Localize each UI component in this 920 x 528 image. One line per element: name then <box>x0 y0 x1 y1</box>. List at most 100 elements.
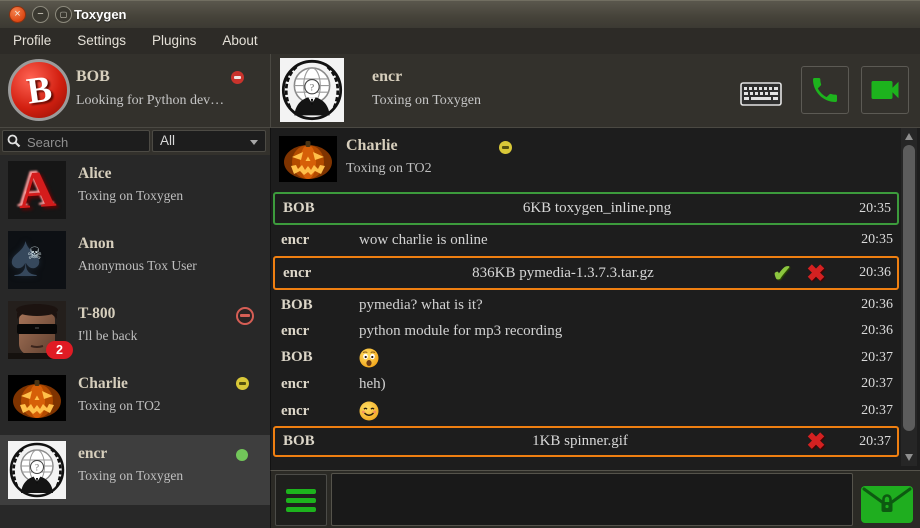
window-title: Toxygen <box>74 7 127 22</box>
hamburger-icon <box>286 489 316 494</box>
pumpkin-icon <box>279 135 337 183</box>
menu-about[interactable]: About <box>209 28 270 54</box>
message-sender: BOB <box>275 200 361 217</box>
contact-status-message: Toxing on TO2 <box>78 398 161 414</box>
phone-icon <box>809 74 841 106</box>
away-status-icon <box>236 377 249 390</box>
contact-status-message: I'll be back <box>78 328 137 344</box>
scroll-down-icon[interactable] <box>905 454 913 461</box>
search-input[interactable] <box>25 132 149 152</box>
anonymous-emblem-icon: ? <box>8 441 66 499</box>
contact-name: Alice <box>78 165 112 183</box>
message-row: encr python module for mp3 recording 20:… <box>273 318 899 344</box>
video-call-button[interactable] <box>861 66 909 114</box>
message-time: 20:37 <box>835 403 899 419</box>
unread-badge: 2 <box>46 341 73 359</box>
contact-row-encr[interactable]: ? encr Toxing on Toxygen <box>0 435 270 505</box>
anon-avatar: ♠ ☠ <box>8 231 66 289</box>
scroll-up-icon[interactable] <box>905 133 913 140</box>
chat-peer-name: Charlie <box>346 137 398 155</box>
contact-row-anon[interactable]: ♠ ☠ Anon Anonymous Tox User <box>0 225 270 295</box>
audio-call-button[interactable] <box>801 66 849 114</box>
contact-name: Charlie <box>78 375 128 393</box>
self-name[interactable]: BOB <box>76 68 110 86</box>
message-emoji <box>359 401 835 421</box>
chevron-down-icon <box>250 140 258 145</box>
minimize-icon[interactable]: − <box>32 6 49 23</box>
contact-row-t800[interactable]: T-800 I'll be back 2 <box>0 295 270 365</box>
message-row: BOB 20:37 <box>273 344 899 371</box>
self-status-message[interactable]: Looking for Python dev… <box>76 93 224 109</box>
contact-row-alice[interactable]: A Alice Toxing on Toxygen <box>0 155 270 225</box>
self-avatar-letter: B <box>24 67 54 113</box>
contact-name: encr <box>78 445 107 463</box>
message-file-transfer: BOB 1KB spinner.gif ✖ 20:37 <box>273 426 899 457</box>
scrollbar-thumb[interactable] <box>903 145 915 431</box>
accept-file-button[interactable]: ✔ <box>765 262 799 285</box>
active-contact-name: encr <box>372 68 402 86</box>
charlie-avatar <box>8 375 66 421</box>
chat-scrollbar[interactable] <box>901 128 917 466</box>
skull-icon: ☠ <box>27 244 42 264</box>
message-time: 20:35 <box>833 201 897 217</box>
message-text: pymedia? what is it? <box>359 297 835 314</box>
file-transfer-label: 6KB toxygen_inline.png <box>361 200 833 217</box>
message-time: 20:37 <box>835 376 899 392</box>
panel-divider <box>270 54 271 128</box>
message-time: 20:36 <box>833 265 897 281</box>
message-sender: encr <box>273 376 359 393</box>
chat-area: Charlie Toxing on TO2 BOB 6KB toxygen_in… <box>270 128 920 470</box>
top-panel <box>0 54 920 128</box>
hamburger-icon <box>286 498 316 503</box>
message-sender: encr <box>273 323 359 340</box>
online-status-icon <box>236 449 248 461</box>
svg-text:?: ? <box>310 83 314 94</box>
cancel-file-button[interactable]: ✖ <box>799 262 833 285</box>
chat-peer-avatar <box>279 135 337 183</box>
file-transfer-label: 836KB pymedia-1.3.7.3.tar.gz <box>361 265 765 282</box>
menu-plugins[interactable]: Plugins <box>139 28 209 54</box>
close-icon[interactable]: × <box>9 6 26 23</box>
self-busy-status-icon <box>231 71 244 84</box>
message-input[interactable] <box>331 473 853 526</box>
contact-name: T-800 <box>78 305 115 323</box>
busy-status-icon <box>236 307 254 325</box>
keyboard-icon[interactable] <box>740 82 782 106</box>
menu-profile[interactable]: Profile <box>0 28 64 54</box>
message-row: BOB pymedia? what is it? 20:36 <box>273 292 899 318</box>
message-sender: BOB <box>273 349 359 366</box>
chat-menu-button[interactable] <box>275 474 327 526</box>
search-box <box>2 130 150 152</box>
active-contact-status-message: Toxing on Toxygen <box>372 93 481 109</box>
maximize-icon[interactable]: ▢ <box>55 6 72 23</box>
message-sender: encr <box>273 232 359 249</box>
contact-row-charlie[interactable]: Charlie Toxing on TO2 <box>0 365 270 435</box>
message-text: wow charlie is online <box>359 232 835 249</box>
chat-peer-status-message: Toxing on TO2 <box>346 161 432 177</box>
self-avatar[interactable]: B <box>8 59 70 121</box>
away-status-icon <box>499 141 512 154</box>
message-emoji <box>359 348 835 368</box>
message-text: heh) <box>359 376 835 393</box>
fearful-face-emoji <box>359 348 379 368</box>
message-sender: BOB <box>273 297 359 314</box>
contact-status-message: Toxing on Toxygen <box>78 468 183 484</box>
menu-settings[interactable]: Settings <box>64 28 139 54</box>
contact-status-message: Anonymous Tox User <box>78 258 197 274</box>
contact-status-message: Toxing on Toxygen <box>78 188 183 204</box>
message-text: python module for mp3 recording <box>359 323 835 340</box>
message-row: encr heh) 20:37 <box>273 371 899 397</box>
hamburger-icon <box>286 507 316 512</box>
menu-bar: Profile Settings Plugins About <box>0 28 920 54</box>
contact-filter-dropdown[interactable]: All <box>152 130 266 152</box>
message-sender: encr <box>273 403 359 420</box>
search-icon <box>7 134 21 148</box>
pumpkin-icon <box>8 375 66 421</box>
send-button[interactable] <box>861 486 913 523</box>
alice-avatar: A <box>8 161 66 219</box>
active-contact-avatar: ? <box>280 58 344 127</box>
message-file-transfer: BOB 6KB toxygen_inline.png 20:35 <box>273 192 899 225</box>
cancel-file-button[interactable]: ✖ <box>799 430 833 453</box>
toxygen-window: × − ▢ Toxygen Profile Settings Plugins A… <box>0 0 920 528</box>
message-time: 20:37 <box>833 434 897 450</box>
